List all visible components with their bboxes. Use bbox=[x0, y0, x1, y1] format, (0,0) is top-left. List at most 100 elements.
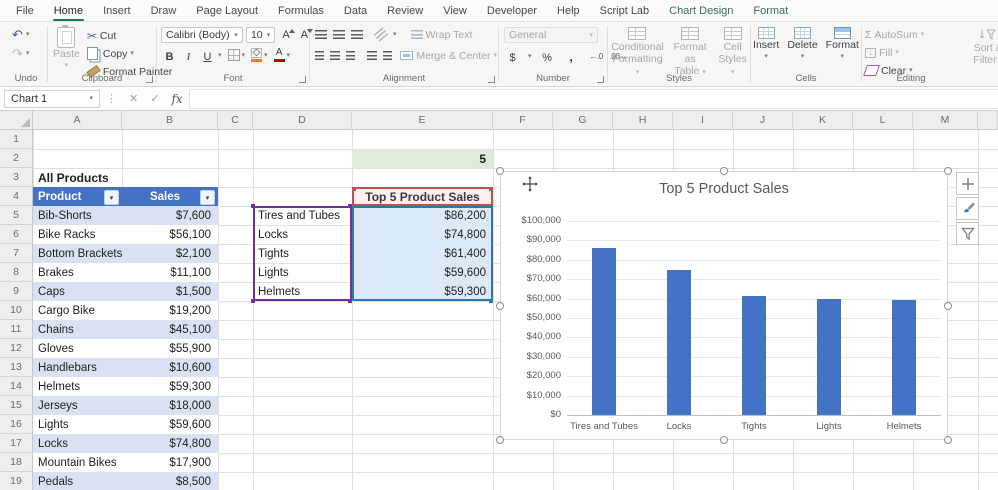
sort-filter-button[interactable]: Sort &Filter ▾ bbox=[973, 28, 998, 66]
top5-sales-cell[interactable]: $74,800 bbox=[352, 225, 493, 244]
sales-cell[interactable]: $45,100 bbox=[122, 320, 218, 339]
row-header-1[interactable]: 1 bbox=[0, 130, 33, 149]
chart-styles-button[interactable] bbox=[956, 197, 979, 220]
product-cell[interactable]: Bottom Brackets bbox=[33, 244, 122, 263]
align-right-button[interactable] bbox=[346, 51, 355, 60]
fill-color-button[interactable]: ◇ bbox=[251, 48, 262, 62]
row-header-14[interactable]: 14 bbox=[0, 377, 33, 396]
sales-cell[interactable]: $56,100 bbox=[122, 225, 218, 244]
undo-button[interactable]: ↶▾ bbox=[12, 27, 46, 42]
top5-sales-cell[interactable]: $61,400 bbox=[352, 244, 493, 263]
column-header-f[interactable]: F bbox=[493, 111, 553, 130]
sheet-grid[interactable]: Top 5 Product Sales $100,000$90,000$80,0… bbox=[0, 111, 998, 490]
percent-format-button[interactable]: % bbox=[539, 48, 556, 64]
row-header-7[interactable]: 7 bbox=[0, 244, 33, 263]
row-header-12[interactable]: 12 bbox=[0, 339, 33, 358]
filter-button[interactable]: ▾ bbox=[200, 190, 215, 205]
row-header-6[interactable]: 6 bbox=[0, 225, 33, 244]
column-header-a[interactable]: A bbox=[33, 111, 122, 130]
sales-cell[interactable]: $2,100 bbox=[122, 244, 218, 263]
grow-font-button[interactable]: A bbox=[282, 29, 289, 41]
autosum-button[interactable]: ΣAutoSum▾ bbox=[865, 27, 924, 42]
column-header-h[interactable]: H bbox=[613, 111, 673, 130]
row-header-19[interactable]: 19 bbox=[0, 472, 33, 490]
chart-selection-handle[interactable] bbox=[496, 436, 504, 444]
row-header-16[interactable]: 16 bbox=[0, 415, 33, 434]
sales-cell[interactable]: $7,600 bbox=[122, 206, 218, 225]
insert-cells-button[interactable]: Insert▾ bbox=[753, 27, 779, 60]
wrap-text-button[interactable]: Wrap Text bbox=[411, 27, 473, 42]
row-header-4[interactable]: 4 bbox=[0, 187, 33, 206]
chart-bar-4[interactable] bbox=[817, 299, 841, 415]
table-header-product[interactable]: Product▾ bbox=[33, 187, 122, 206]
decrease-indent-button[interactable] bbox=[367, 51, 376, 60]
chart-selection-handle[interactable] bbox=[720, 436, 728, 444]
top5-sales-cell[interactable]: $59,600 bbox=[352, 263, 493, 282]
sales-cell[interactable]: $74,800 bbox=[122, 434, 218, 453]
font-color-button[interactable]: A bbox=[274, 48, 285, 62]
product-cell[interactable]: Chains bbox=[33, 320, 122, 339]
product-cell[interactable]: Jerseys bbox=[33, 396, 122, 415]
filter-button[interactable]: ▾ bbox=[104, 190, 119, 205]
merge-center-button[interactable]: Merge & Center▾ bbox=[400, 48, 497, 63]
product-cell[interactable]: Brakes bbox=[33, 263, 122, 282]
row-header-15[interactable]: 15 bbox=[0, 396, 33, 415]
row-header-10[interactable]: 10 bbox=[0, 301, 33, 320]
tab-view[interactable]: View bbox=[433, 0, 477, 21]
top5-sales-cell[interactable]: $86,200 bbox=[352, 206, 493, 225]
italic-button[interactable]: I bbox=[180, 47, 197, 63]
product-cell[interactable]: Cargo Bike bbox=[33, 301, 122, 320]
chart-selection-handle[interactable] bbox=[944, 436, 952, 444]
product-cell[interactable]: Bib-Shorts bbox=[33, 206, 122, 225]
dialog-launcher-icon[interactable] bbox=[597, 76, 604, 83]
align-left-button[interactable] bbox=[315, 51, 324, 60]
column-header-c[interactable]: C bbox=[218, 111, 253, 130]
tab-review[interactable]: Review bbox=[377, 0, 433, 21]
sales-cell[interactable]: $10,600 bbox=[122, 358, 218, 377]
product-cell[interactable]: Bike Racks bbox=[33, 225, 122, 244]
sales-cell[interactable]: $19,200 bbox=[122, 301, 218, 320]
row-header-17[interactable]: 17 bbox=[0, 434, 33, 453]
chart-bar-3[interactable] bbox=[742, 296, 766, 415]
dialog-launcher-icon[interactable] bbox=[299, 76, 306, 83]
align-bottom-button[interactable] bbox=[351, 30, 363, 39]
sales-cell[interactable]: $55,900 bbox=[122, 339, 218, 358]
bold-button[interactable]: B bbox=[161, 47, 178, 63]
cancel-icon[interactable]: ✕ bbox=[123, 92, 144, 105]
sales-cell[interactable]: $18,000 bbox=[122, 396, 218, 415]
chart-selection-handle[interactable] bbox=[944, 302, 952, 310]
product-cell[interactable]: Caps bbox=[33, 282, 122, 301]
sales-cell[interactable]: $59,300 bbox=[122, 377, 218, 396]
sales-cell[interactable]: $11,100 bbox=[122, 263, 218, 282]
top5-product-cell[interactable]: Lights bbox=[253, 263, 352, 282]
increase-indent-button[interactable] bbox=[383, 51, 392, 60]
format-as-table-button[interactable]: Format asTable ▾ bbox=[668, 27, 712, 77]
column-header-e[interactable]: E bbox=[352, 111, 493, 130]
align-top-button[interactable] bbox=[315, 30, 327, 39]
align-center-button[interactable] bbox=[330, 51, 339, 60]
column-header-j[interactable]: J bbox=[733, 111, 793, 130]
sales-cell[interactable]: $17,900 bbox=[122, 453, 218, 472]
tab-file[interactable]: File bbox=[6, 0, 44, 21]
tab-page-layout[interactable]: Page Layout bbox=[186, 0, 268, 21]
chart-filters-button[interactable] bbox=[956, 222, 979, 245]
top5-sales-cell[interactable]: $59,300 bbox=[352, 282, 493, 301]
table-header-sales[interactable]: Sales▾ bbox=[122, 187, 218, 206]
column-header-d[interactable]: D bbox=[253, 111, 352, 130]
tab-insert[interactable]: Insert bbox=[93, 0, 141, 21]
dialog-launcher-icon[interactable] bbox=[488, 76, 495, 83]
row-header-8[interactable]: 8 bbox=[0, 263, 33, 282]
chart-selection-handle[interactable] bbox=[496, 167, 504, 175]
currency-format-button[interactable]: $ bbox=[504, 48, 521, 64]
row-header-11[interactable]: 11 bbox=[0, 320, 33, 339]
tab-data[interactable]: Data bbox=[334, 0, 377, 21]
format-cells-button[interactable]: Format▾ bbox=[826, 27, 859, 60]
chart-selection-handle[interactable] bbox=[496, 302, 504, 310]
product-cell[interactable]: Gloves bbox=[33, 339, 122, 358]
top-n-cell[interactable]: 5 bbox=[352, 149, 493, 168]
insert-function-icon[interactable]: fx bbox=[165, 92, 188, 106]
row-header-18[interactable]: 18 bbox=[0, 453, 33, 472]
shrink-font-button[interactable]: A bbox=[301, 29, 308, 41]
product-cell[interactable]: Locks bbox=[33, 434, 122, 453]
delete-cells-button[interactable]: Delete▾ bbox=[787, 27, 817, 60]
